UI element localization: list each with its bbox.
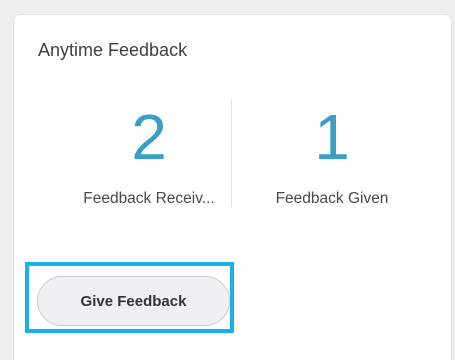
feedback-received-label: Feedback Receiv... — [83, 190, 215, 207]
feedback-given-count: 1 — [314, 101, 350, 173]
metric-divider — [231, 99, 232, 207]
give-feedback-button[interactable]: Give Feedback — [37, 276, 230, 326]
feedback-received-count: 2 — [131, 101, 167, 173]
metric-feedback-received[interactable]: 2 Feedback Receiv... — [67, 101, 231, 209]
card-title: Anytime Feedback — [38, 40, 188, 60]
anytime-feedback-card: Anytime Feedback 2 Feedback Receiv... 1 … — [14, 15, 451, 360]
feedback-given-label: Feedback Given — [275, 190, 389, 207]
metric-feedback-given[interactable]: 1 Feedback Given — [250, 101, 414, 209]
